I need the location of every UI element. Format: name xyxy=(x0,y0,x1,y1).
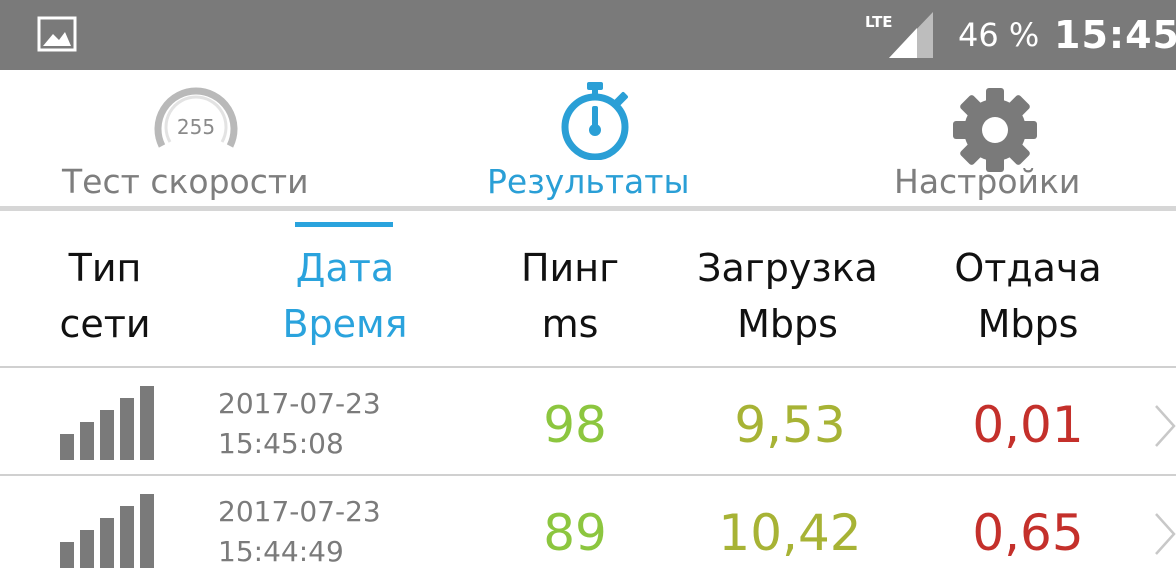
column-download-line1: Загрузка xyxy=(697,246,878,290)
image-notification-icon xyxy=(37,16,77,52)
column-ping-line1: Пинг xyxy=(520,246,620,290)
column-date-time[interactable]: Дата Время xyxy=(260,240,430,352)
status-clock: 15:45 xyxy=(1054,13,1176,57)
sort-indicator xyxy=(295,222,393,227)
result-time: 15:45:08 xyxy=(218,427,344,460)
result-upload: 0,01 xyxy=(972,396,1084,454)
lte-signal-icon: LTE xyxy=(865,12,933,58)
speedometer-icon: 255 xyxy=(154,87,238,148)
battery-percent: 46 % xyxy=(958,16,1040,54)
tab-settings-label: Настройки xyxy=(894,162,1081,201)
tab-settings[interactable]: Настройки xyxy=(870,70,1120,206)
column-date-line1: Дата xyxy=(295,246,395,290)
tab-divider xyxy=(0,206,1176,211)
result-row[interactable]: 2017-07-23 15:45:08 98 9,53 0,01 xyxy=(0,370,1176,476)
signal-bars-icon xyxy=(60,494,154,568)
column-network-type[interactable]: Тип сети xyxy=(40,240,170,352)
speedometer-value: 255 xyxy=(177,115,215,139)
result-time: 15:44:49 xyxy=(218,535,344,568)
result-row[interactable]: 2017-07-23 15:44:49 89 10,42 0,65 xyxy=(0,478,1176,584)
result-ping: 98 xyxy=(543,396,607,454)
chevron-right-icon xyxy=(1155,405,1176,447)
column-upload-line1: Отдача xyxy=(954,246,1102,290)
stopwatch-icon xyxy=(561,82,629,160)
column-network-type-line2: сети xyxy=(59,302,151,346)
tab-speed-test-label: Тест скорости xyxy=(62,162,309,201)
column-upload[interactable]: Отдача Mbps xyxy=(938,240,1118,352)
chevron-right-icon xyxy=(1155,513,1176,555)
tab-results[interactable]: Результаты xyxy=(460,70,740,206)
column-ping-line2: ms xyxy=(541,302,599,346)
result-download: 9,53 xyxy=(734,396,846,454)
header-divider xyxy=(0,366,1176,368)
result-date: 2017-07-23 xyxy=(218,387,381,420)
column-download-line2: Mbps xyxy=(737,302,838,346)
column-download[interactable]: Загрузка Mbps xyxy=(680,240,895,352)
status-bar: LTE 46 % 15:45 xyxy=(0,0,1176,70)
result-date: 2017-07-23 xyxy=(218,495,381,528)
result-datetime: 2017-07-23 15:44:49 xyxy=(218,492,381,572)
network-type-label: LTE xyxy=(865,13,893,31)
tab-results-label: Результаты xyxy=(487,162,690,201)
tab-bar: 255 Тест скорости Результаты Настройки xyxy=(0,70,1176,206)
gear-icon xyxy=(953,88,1037,172)
column-ping[interactable]: Пинг ms xyxy=(500,240,640,352)
column-date-line2: Время xyxy=(282,302,408,346)
tab-speed-test[interactable]: 255 Тест скорости xyxy=(40,70,360,206)
result-datetime: 2017-07-23 15:45:08 xyxy=(218,384,381,464)
column-network-type-line1: Тип xyxy=(68,246,142,290)
column-upload-line2: Mbps xyxy=(977,302,1079,346)
row-divider xyxy=(0,474,1176,476)
signal-bars-icon xyxy=(60,386,154,460)
